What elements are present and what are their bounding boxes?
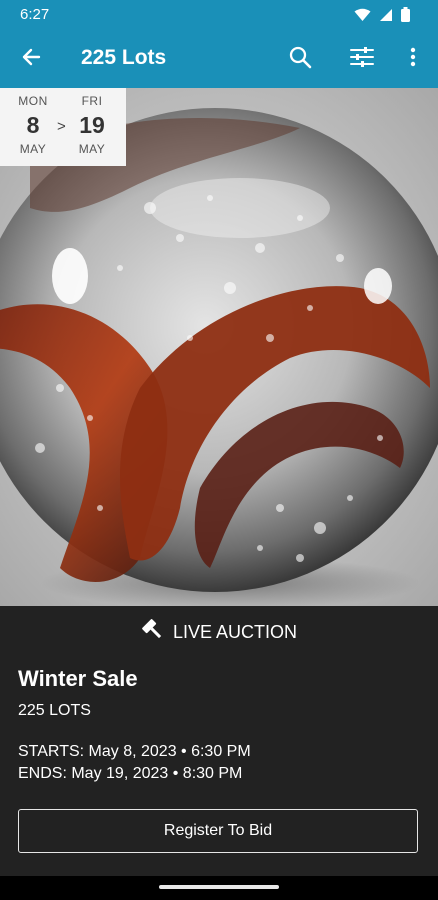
search-button[interactable] [283,42,317,76]
auction-type-row: LIVE AUCTION [0,618,438,647]
home-gesture-handle[interactable] [159,885,279,889]
end-day: 19 [79,112,105,138]
date-range-badge: MON 8 MAY > FRI 19 MAY [0,88,126,166]
auction-info-panel: LIVE AUCTION Winter Sale 225 LOTS STARTS… [0,606,438,876]
auction-type-label: LIVE AUCTION [172,622,298,642]
register-to-bid-button[interactable]: Register To Bid [18,809,418,853]
more-options-button[interactable] [396,42,430,76]
status-bar: 6:27 [0,0,438,30]
end-datetime: ENDS: May 19, 2023 • 8:30 PM [18,765,243,782]
back-button[interactable] [14,42,48,76]
end-weekday: FRI [81,94,103,108]
date-separator: > [57,118,66,135]
start-datetime: STARTS: May 8, 2023 • 6:30 PM [18,743,251,760]
start-day: 8 [26,112,40,138]
status-time: 6:27 [20,6,50,23]
app-bar: 225 Lots [0,30,438,88]
end-date: FRI 19 MAY [66,94,118,156]
start-weekday: MON [18,94,48,108]
battery-icon [401,7,410,27]
search-icon [288,45,312,74]
signal-icon [379,8,393,27]
sale-title: Winter Sale [18,666,138,691]
arrow-left-icon [21,47,41,72]
lot-count: 225 LOTS [18,702,91,719]
gavel-icon [141,618,165,647]
start-month: MAY [19,142,47,156]
status-icons [354,7,410,27]
hero-image[interactable]: MON 8 MAY > FRI 19 MAY [0,88,438,606]
wifi-icon [354,8,371,27]
more-vert-icon [410,47,416,72]
filter-button[interactable] [345,42,379,76]
filter-sliders-icon [350,46,374,73]
start-date: MON 8 MAY [7,94,59,156]
page-title: 225 Lots [81,46,167,69]
system-nav-bar [0,876,438,900]
end-month: MAY [78,142,106,156]
